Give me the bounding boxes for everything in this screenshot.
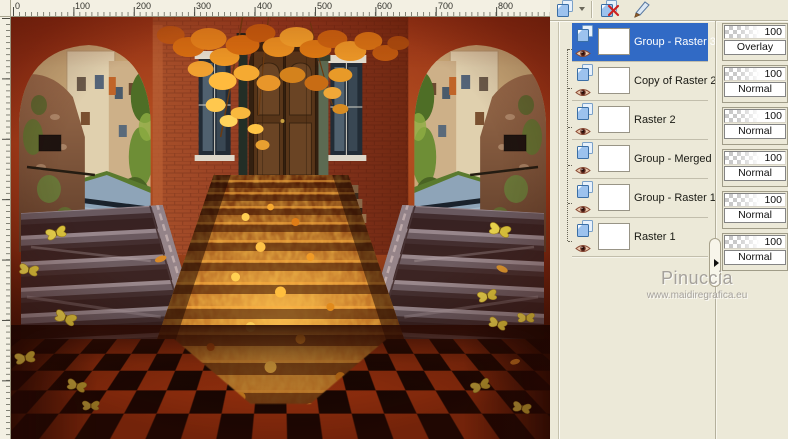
layer-controls-copy-of-raster-2: 100 Normal — [722, 65, 788, 103]
opacity-value: 100 — [764, 236, 782, 248]
layer-controls-raster-2: 100 Normal — [722, 107, 788, 145]
layer-row-copy-of-raster-2[interactable]: Copy of Raster 2 — [572, 62, 717, 101]
layers-list: Group - Raster 3 Copy of Raster 2 Raster… — [572, 23, 717, 257]
layer-row-raster-1[interactable]: Raster 1 — [572, 218, 708, 257]
collapse-arrow-icon — [714, 259, 719, 267]
blend-mode-select[interactable]: Overlay — [724, 40, 786, 55]
watermark: Pinuccia www.maidiregrafica.eu — [608, 268, 786, 301]
new-layer-button[interactable] — [556, 0, 578, 19]
opacity-slider[interactable]: 100 — [724, 25, 786, 39]
opacity-slider[interactable]: 100 — [724, 235, 786, 249]
ruler-label: 300 — [196, 1, 212, 11]
blend-mode-select[interactable]: Normal — [724, 208, 786, 223]
opacity-value: 100 — [764, 194, 782, 206]
palette-divider — [715, 21, 717, 439]
opacity-slider[interactable]: 100 — [724, 109, 786, 123]
toolbar-separator — [591, 1, 593, 18]
layer-thumbnail — [598, 223, 630, 250]
blend-mode-select[interactable]: Normal — [724, 166, 786, 181]
layer-controls-raster-1: 100 Normal — [722, 233, 788, 271]
opacity-value: 100 — [764, 26, 782, 38]
layer-name: Raster 2 — [634, 114, 676, 126]
ruler-label: 200 — [136, 1, 152, 11]
layer-name: Copy of Raster 2 — [634, 75, 717, 87]
opacity-value: 100 — [764, 152, 782, 164]
ruler-label: 400 — [257, 1, 273, 11]
raster-layer-icon — [576, 103, 594, 121]
layer-thumbnail — [598, 67, 630, 94]
visibility-eye-icon[interactable] — [575, 85, 591, 96]
falling-leaf-icon — [155, 255, 520, 365]
opacity-value: 100 — [764, 110, 782, 122]
visibility-eye-icon[interactable] — [575, 241, 591, 252]
opacity-slider[interactable]: 100 — [724, 67, 786, 81]
ruler-label: 700 — [438, 1, 454, 11]
layers-palette: Group - Raster 3 Copy of Raster 2 Raster… — [550, 0, 788, 439]
visibility-eye-icon[interactable] — [575, 163, 591, 174]
watermark-site: www.maidiregrafica.eu — [646, 290, 748, 301]
vertical-ruler — [0, 17, 11, 439]
raster-layer-icon — [576, 220, 594, 238]
raster-layer-icon — [576, 25, 594, 43]
layer-row-raster-2[interactable]: Raster 2 — [572, 101, 708, 140]
new-layer-dropdown-icon[interactable] — [579, 7, 585, 11]
layer-row-group-merged[interactable]: Group - Merged — [572, 140, 712, 179]
visibility-eye-icon[interactable] — [575, 46, 591, 57]
layer-thumbnail — [598, 106, 630, 133]
layers-toolbar — [550, 0, 788, 21]
layer-controls-column: 100 Overlay 100 Normal 100 Normal 100 No… — [722, 23, 788, 275]
layer-thumbnail — [598, 184, 630, 211]
palette-left-edge — [558, 21, 560, 439]
layer-thumbnail — [598, 145, 630, 172]
layer-name: Group - Raster 1 — [634, 192, 716, 204]
ruler-corner — [0, 0, 11, 17]
ruler-label: 800 — [498, 1, 514, 11]
layer-name: Group - Raster 3 — [634, 36, 716, 48]
raster-layer-icon — [576, 142, 594, 160]
layer-controls-group-merged: 100 Normal — [722, 149, 788, 187]
layer-name: Group - Merged — [634, 153, 712, 165]
layer-thumbnail — [598, 28, 630, 55]
visibility-eye-icon[interactable] — [575, 124, 591, 135]
delete-layer-button[interactable] — [600, 0, 626, 19]
horizontal-ruler: 0 100 200 300 400 500 600 700 800 — [11, 0, 550, 17]
ruler-label: 600 — [377, 1, 393, 11]
ruler-label: 0 — [15, 1, 21, 11]
opacity-slider[interactable]: 100 — [724, 151, 786, 165]
raster-layer-icon — [576, 64, 594, 82]
layer-name: Raster 1 — [634, 231, 676, 243]
blend-mode-select[interactable]: Normal — [724, 250, 786, 265]
visibility-eye-icon[interactable] — [575, 202, 591, 213]
layer-controls-group-raster-1: 100 Normal — [722, 191, 788, 229]
ruler-label: 500 — [317, 1, 333, 11]
layer-row-group-raster-1[interactable]: Group - Raster 1 — [572, 179, 716, 218]
blend-mode-select[interactable]: Normal — [724, 82, 786, 97]
opacity-value: 100 — [764, 68, 782, 80]
blend-mode-select[interactable]: Normal — [724, 124, 786, 139]
image-canvas[interactable] — [11, 17, 550, 439]
paintshop-pro-workspace: 0 100 200 300 400 500 600 700 800 Group … — [0, 0, 788, 439]
watermark-name: Pinuccia — [660, 268, 734, 288]
layer-row-group-raster-3[interactable]: Group - Raster 3 — [572, 23, 716, 62]
butterfly-icon — [13, 221, 536, 415]
butterflies-overlay — [13, 221, 536, 415]
raster-layer-icon — [576, 181, 594, 199]
ruler-label: 100 — [75, 1, 91, 11]
opacity-slider[interactable]: 100 — [724, 193, 786, 207]
edit-pen-button[interactable] — [632, 0, 656, 19]
layer-controls-group-raster-3: 100 Overlay — [722, 23, 788, 61]
